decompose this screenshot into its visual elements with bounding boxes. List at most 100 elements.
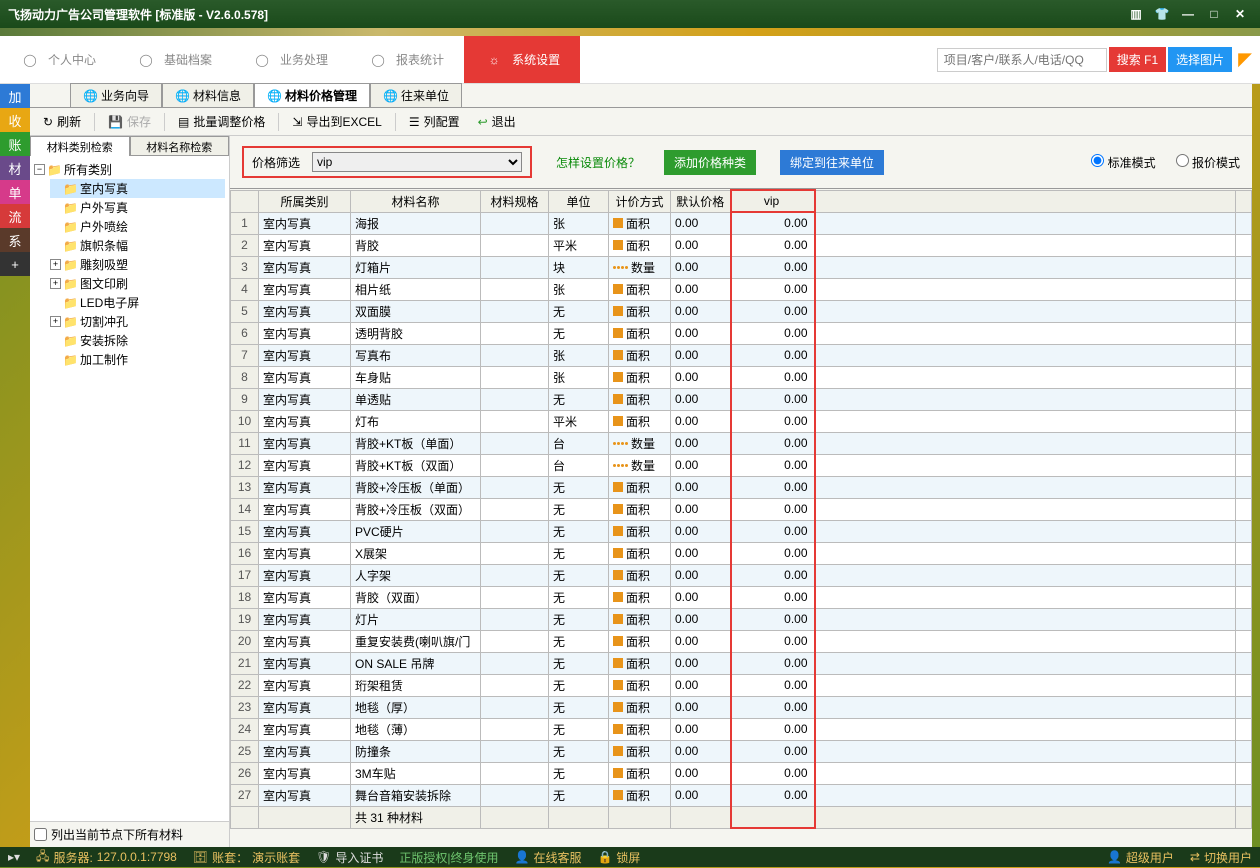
table-row[interactable]: 17室内写真人字架无面积0.000.00: [231, 564, 1252, 586]
cell-vip-price[interactable]: 0.00: [731, 344, 815, 366]
doc-tab-0[interactable]: 🌐业务向导: [70, 83, 162, 107]
cell-unit[interactable]: 无: [549, 498, 609, 520]
cell-unit[interactable]: 无: [549, 300, 609, 322]
left-tab-6[interactable]: 系: [0, 228, 30, 252]
tree-node[interactable]: +📁切割冲孔: [50, 312, 225, 331]
cell-category[interactable]: 室内写真: [259, 586, 351, 608]
cell-calc[interactable]: 面积: [609, 762, 671, 784]
batch-button[interactable]: ▤批量调整价格: [171, 110, 272, 133]
col-category[interactable]: 所属类别: [259, 190, 351, 212]
cell-unit[interactable]: 无: [549, 322, 609, 344]
cell-default-price[interactable]: 0.00: [671, 278, 731, 300]
cell-category[interactable]: 室内写真: [259, 784, 351, 806]
cell-default-price[interactable]: 0.00: [671, 740, 731, 762]
cell-vip-price[interactable]: 0.00: [731, 542, 815, 564]
cell-category[interactable]: 室内写真: [259, 740, 351, 762]
cell-unit[interactable]: 平米: [549, 410, 609, 432]
export-button[interactable]: ⇲导出到EXCEL: [285, 110, 388, 133]
cell-unit[interactable]: 块: [549, 256, 609, 278]
cell-calc[interactable]: 面积: [609, 366, 671, 388]
tree-node[interactable]: 📁旗帜条幅: [50, 236, 225, 255]
cell-category[interactable]: 室内写真: [259, 718, 351, 740]
cell-default-price[interactable]: 0.00: [671, 410, 731, 432]
cell-unit[interactable]: 无: [549, 388, 609, 410]
mode-quote[interactable]: 报价模式: [1176, 154, 1240, 171]
cell-unit[interactable]: 无: [549, 740, 609, 762]
cell-calc[interactable]: 面积: [609, 784, 671, 806]
cell-calc[interactable]: 数量: [609, 454, 671, 476]
cell-category[interactable]: 室内写真: [259, 608, 351, 630]
cell-spec[interactable]: [481, 718, 549, 740]
cell-default-price[interactable]: 0.00: [671, 608, 731, 630]
tree-node[interactable]: 📁LED电子屏: [50, 293, 225, 312]
table-row[interactable]: 3室内写真灯箱片块数量0.000.00: [231, 256, 1252, 278]
cell-category[interactable]: 室内写真: [259, 366, 351, 388]
cell-name[interactable]: 相片纸: [351, 278, 481, 300]
cell-name[interactable]: 背胶+KT板（单面）: [351, 432, 481, 454]
cell-unit[interactable]: 无: [549, 476, 609, 498]
collapse-icon[interactable]: −: [34, 164, 45, 175]
cell-unit[interactable]: 张: [549, 366, 609, 388]
cell-calc[interactable]: 面积: [609, 234, 671, 256]
cell-name[interactable]: X展架: [351, 542, 481, 564]
cell-name[interactable]: 单透贴: [351, 388, 481, 410]
cell-spec[interactable]: [481, 234, 549, 256]
cell-spec[interactable]: [481, 652, 549, 674]
skin-icon[interactable]: ▥: [1124, 4, 1148, 24]
cell-default-price[interactable]: 0.00: [671, 586, 731, 608]
cell-calc[interactable]: 面积: [609, 608, 671, 630]
cell-unit[interactable]: 无: [549, 784, 609, 806]
cell-unit[interactable]: 无: [549, 520, 609, 542]
cell-spec[interactable]: [481, 674, 549, 696]
cell-spec[interactable]: [481, 300, 549, 322]
table-row[interactable]: 12室内写真背胶+KT板（双面）台数量0.000.00: [231, 454, 1252, 476]
table-row[interactable]: 11室内写真背胶+KT板（单面）台数量0.000.00: [231, 432, 1252, 454]
cell-calc[interactable]: 面积: [609, 652, 671, 674]
cell-category[interactable]: 室内写真: [259, 674, 351, 696]
left-tab-7[interactable]: +: [0, 252, 30, 276]
table-row[interactable]: 6室内写真透明背胶无面积0.000.00: [231, 322, 1252, 344]
tree-node[interactable]: +📁雕刻吸塑: [50, 255, 225, 274]
tree-node[interactable]: 📁室内写真: [50, 179, 225, 198]
mode-standard[interactable]: 标准模式: [1091, 154, 1155, 171]
cell-calc[interactable]: 面积: [609, 630, 671, 652]
doc-tab-2[interactable]: 🌐材料价格管理: [254, 83, 370, 107]
cell-spec[interactable]: [481, 454, 549, 476]
cell-spec[interactable]: [481, 762, 549, 784]
tree-node[interactable]: 📁安装拆除: [50, 331, 225, 350]
col-vip[interactable]: vip: [731, 190, 815, 212]
cell-name[interactable]: 背胶+KT板（双面）: [351, 454, 481, 476]
cell-default-price[interactable]: 0.00: [671, 762, 731, 784]
cell-category[interactable]: 室内写真: [259, 234, 351, 256]
minimize-icon[interactable]: —: [1176, 4, 1200, 24]
table-row[interactable]: 20室内写真重复安装费(喇叭旗/门无面积0.000.00: [231, 630, 1252, 652]
cell-category[interactable]: 室内写真: [259, 278, 351, 300]
cell-name[interactable]: 3M车贴: [351, 762, 481, 784]
cell-unit[interactable]: 无: [549, 718, 609, 740]
cell-category[interactable]: 室内写真: [259, 520, 351, 542]
cell-vip-price[interactable]: 0.00: [731, 388, 815, 410]
cell-name[interactable]: 地毯（薄）: [351, 718, 481, 740]
cell-category[interactable]: 室内写真: [259, 256, 351, 278]
doc-tab-1[interactable]: 🌐材料信息: [162, 83, 254, 107]
cell-name[interactable]: PVC硬片: [351, 520, 481, 542]
cell-name[interactable]: 透明背胶: [351, 322, 481, 344]
left-tab-3[interactable]: 材: [0, 156, 30, 180]
cell-calc[interactable]: 面积: [609, 520, 671, 542]
cell-vip-price[interactable]: 0.00: [731, 718, 815, 740]
cell-unit[interactable]: 无: [549, 564, 609, 586]
price-filter-select[interactable]: vip: [312, 152, 522, 172]
cell-name[interactable]: 灯箱片: [351, 256, 481, 278]
status-support[interactable]: 👤 在线客服: [515, 849, 582, 866]
cell-default-price[interactable]: 0.00: [671, 256, 731, 278]
cell-vip-price[interactable]: 0.00: [731, 212, 815, 234]
expand-icon[interactable]: +: [50, 278, 61, 289]
cell-vip-price[interactable]: 0.00: [731, 432, 815, 454]
cell-default-price[interactable]: 0.00: [671, 630, 731, 652]
col-name[interactable]: 材料名称: [351, 190, 481, 212]
left-tab-2[interactable]: 账: [0, 132, 30, 156]
cell-default-price[interactable]: 0.00: [671, 300, 731, 322]
cell-default-price[interactable]: 0.00: [671, 498, 731, 520]
cell-vip-price[interactable]: 0.00: [731, 520, 815, 542]
table-row[interactable]: 15室内写真PVC硬片无面积0.000.00: [231, 520, 1252, 542]
